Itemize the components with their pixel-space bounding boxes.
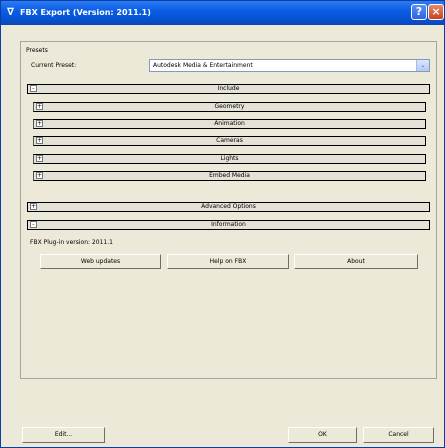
rollout-advanced-options[interactable]: + Advanced Options [27,202,430,212]
help-on-fbx-button[interactable]: Help on FBX [167,254,289,269]
help-button[interactable]: ? [411,4,427,20]
current-preset-dropdown[interactable]: Autodesk Media & Entertainment ⌄ [149,59,430,72]
rollout-animation[interactable]: + Animation [33,119,426,129]
close-button[interactable]: × [428,4,444,20]
rollout-animation-title: Animation [214,120,245,127]
about-button[interactable]: About [294,254,418,269]
rollout-cameras[interactable]: + Cameras [33,136,426,146]
rollout-lights[interactable]: + Lights [33,154,426,164]
rollout-information-title: Information [211,221,246,228]
window-title: FBX Export (Version: 2011.1) [20,8,151,17]
rollout-advanced-options-title: Advanced Options [201,203,256,210]
rollout-information[interactable]: - Information [27,220,430,230]
rollout-lights-title: Lights [220,155,239,162]
current-preset-value: Autodesk Media & Entertainment [153,62,253,69]
close-icon: × [431,5,441,18]
web-updates-button[interactable]: Web updates [40,254,161,269]
title-bar[interactable]: ∇ FBX Export (Version: 2011.1) ? × [1,1,444,25]
cancel-button[interactable]: Cancel [363,427,434,443]
rollout-cameras-title: Cameras [216,137,243,144]
app-icon: ∇ [7,7,14,18]
rollout-geometry[interactable]: + Geometry [33,102,426,112]
help-icon: ? [415,5,423,18]
edit-button[interactable]: Edit... [22,427,105,443]
presets-group-label: Presets [26,47,48,54]
rollout-include-title: Include [217,85,240,92]
rollout-include[interactable]: - Include [27,84,430,94]
plugin-version-text: FBX Plug-in version: 2011.1 [30,239,113,246]
ok-button[interactable]: OK [288,427,357,443]
chevron-down-icon[interactable]: ⌄ [416,60,429,71]
rollout-embed-media[interactable]: + Embed Media [33,171,426,181]
current-preset-label: Current Preset: [31,62,77,69]
fbx-export-dialog: ∇ FBX Export (Version: 2011.1) ? × Prese… [0,0,445,448]
rollout-geometry-title: Geometry [214,103,245,110]
rollout-embed-media-title: Embed Media [209,172,250,179]
